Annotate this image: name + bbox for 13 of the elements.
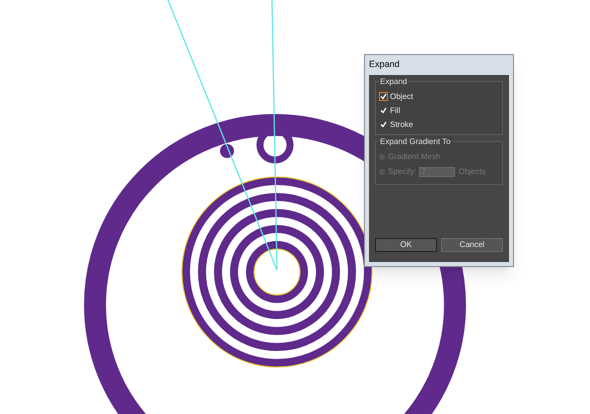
checkbox[interactable] [379,92,388,101]
dialog-button[interactable]: OK [375,238,437,252]
dialog-button[interactable]: Cancel [441,238,503,252]
window-title: Expand [368,58,401,71]
checkbox-label: Fill [390,104,400,116]
radio-label: Gradient Mesh [388,150,440,162]
group-label: Expand [379,76,408,88]
small-dot [220,144,234,158]
checkbox-label: Object [390,90,414,102]
suffix-label: Objects [458,166,486,178]
checkbox-label: Stroke [390,118,414,130]
group-label: Expand Gradient To [379,136,452,148]
radio-label: Specify: [388,166,416,178]
